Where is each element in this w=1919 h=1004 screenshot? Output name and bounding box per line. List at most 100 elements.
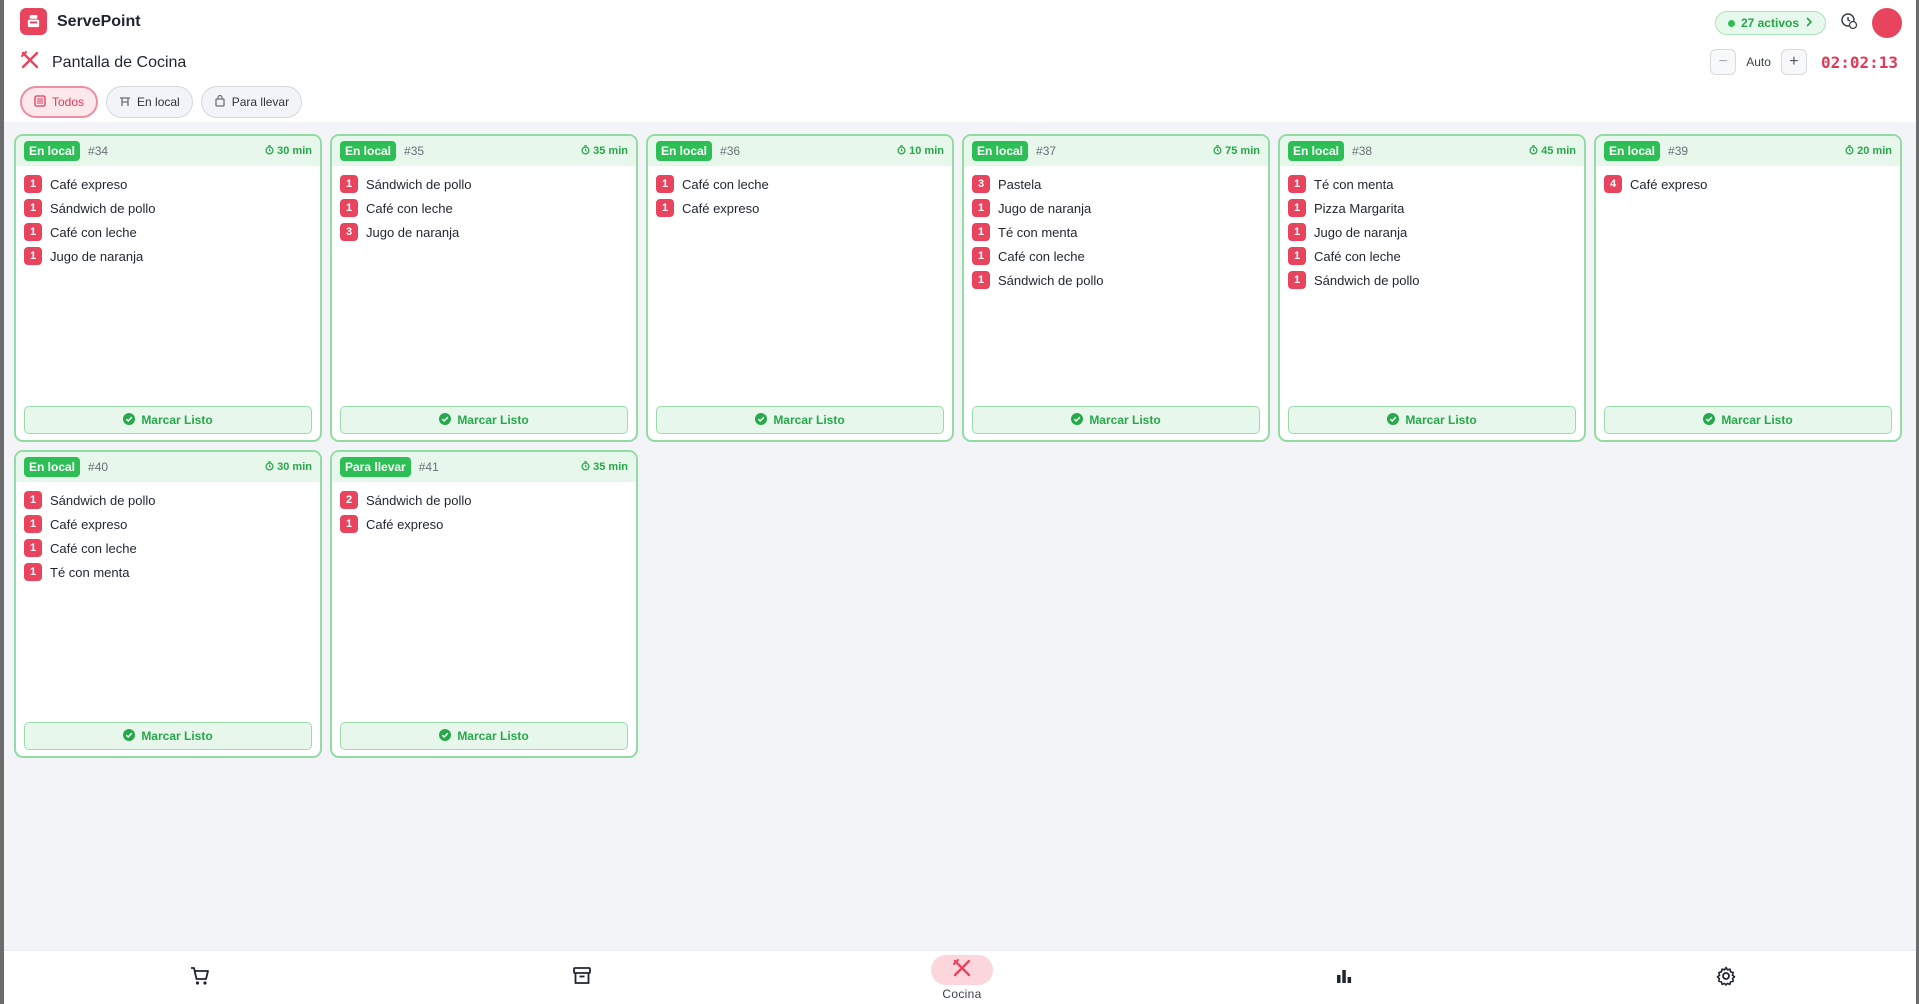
item-name: Café con leche xyxy=(50,540,137,556)
order-card-header: En local #37 75 min xyxy=(964,136,1268,166)
item-name: Pizza Margarita xyxy=(1314,200,1405,216)
order-type-badge: En local xyxy=(24,141,81,161)
auto-label: Auto xyxy=(1746,55,1771,69)
item-name: Café con leche xyxy=(682,176,769,192)
item-qty: 1 xyxy=(972,247,990,265)
item-qty: 1 xyxy=(1288,175,1306,193)
order-items: 1 Café expreso 1 Sándwich de pollo 1 Café c… xyxy=(16,166,320,268)
check-circle-icon xyxy=(123,728,136,744)
item-name: Sándwich de pollo xyxy=(50,200,156,216)
order-card: En local #40 30 min 1 Sándwich de pollo 1… xyxy=(14,450,322,758)
order-number: #35 xyxy=(404,144,425,158)
item-name: Café expreso xyxy=(50,176,128,192)
timer-icon xyxy=(581,460,590,474)
order-time-label: 45 min xyxy=(1541,145,1576,157)
order-time-label: 20 min xyxy=(1857,145,1892,157)
item-name: Sándwich de pollo xyxy=(366,176,472,192)
item-qty: 2 xyxy=(340,491,358,509)
filter-para-llevar[interactable]: Para llevar xyxy=(200,86,303,118)
order-card-header: En local #40 30 min xyxy=(16,452,320,482)
page-title-row: Pantalla de Cocina xyxy=(20,50,186,75)
check-circle-icon xyxy=(439,412,452,428)
item-qty: 1 xyxy=(1288,271,1306,289)
mark-ready-button[interactable]: Marcar Listo xyxy=(340,722,628,750)
nav-settings[interactable] xyxy=(1696,951,1756,1004)
order-item: 1 Café con leche xyxy=(24,220,312,244)
order-item: 1 Café expreso xyxy=(340,512,628,536)
mark-ready-button[interactable]: Marcar Listo xyxy=(656,406,944,434)
order-item: 1 Café expreso xyxy=(656,196,944,220)
order-card: En local #34 30 min 1 Café expreso 1 Sándw… xyxy=(14,134,322,442)
order-type-badge: En local xyxy=(656,141,713,161)
timer-icon xyxy=(265,144,274,158)
order-time-label: 30 min xyxy=(277,461,312,473)
item-name: Jugo de naranja xyxy=(1314,224,1408,240)
item-qty: 1 xyxy=(24,563,42,581)
app-name: ServePoint xyxy=(57,12,141,30)
gear-icon xyxy=(1715,965,1737,992)
check-circle-icon xyxy=(755,412,768,428)
check-circle-icon xyxy=(1387,412,1400,428)
item-name: Café expreso xyxy=(366,516,444,532)
filter-en-local[interactable]: En local xyxy=(106,86,193,118)
order-time: 20 min xyxy=(1845,144,1892,158)
item-name: Jugo de naranja xyxy=(366,224,460,240)
avatar[interactable] xyxy=(1872,8,1902,38)
order-time: 30 min xyxy=(265,144,312,158)
mark-ready-button[interactable]: Marcar Listo xyxy=(1288,406,1576,434)
nav-cart[interactable] xyxy=(170,951,230,1004)
chevron-right-icon xyxy=(1805,16,1813,30)
clock: 02:02:13 xyxy=(1820,52,1898,72)
order-item: 1 Café con leche xyxy=(972,244,1260,268)
order-card: En local #38 45 min 1 Té con menta 1 Pizza… xyxy=(1278,134,1586,442)
order-type-badge: Para llevar xyxy=(340,457,411,477)
increase-button[interactable]: + xyxy=(1780,49,1807,75)
nav-reports[interactable] xyxy=(1314,951,1374,1004)
order-card: En local #39 20 min 4 Café expreso Marcar… xyxy=(1594,134,1902,442)
order-time-label: 35 min xyxy=(593,461,628,473)
active-orders-label: 27 activos xyxy=(1740,16,1799,30)
active-orders-pill[interactable]: 27 activos xyxy=(1714,11,1826,35)
filter-label: Todos xyxy=(52,95,85,109)
order-item: 1 Jugo de naranja xyxy=(1288,220,1576,244)
header-actions: 27 activos xyxy=(1714,8,1902,38)
item-qty: 1 xyxy=(1288,247,1306,265)
item-name: Té con menta xyxy=(1314,176,1394,192)
table-icon xyxy=(119,95,131,110)
mark-ready-label: Marcar Listo xyxy=(1721,413,1793,427)
item-qty: 3 xyxy=(340,223,358,241)
order-number: #40 xyxy=(88,460,109,474)
order-item: 1 Sándwich de pollo xyxy=(340,172,628,196)
mark-ready-button[interactable]: Marcar Listo xyxy=(972,406,1260,434)
timer-icon xyxy=(897,144,906,158)
order-items: 2 Sándwich de pollo 1 Café expreso xyxy=(332,482,636,536)
order-item: 1 Té con menta xyxy=(24,560,312,584)
mark-ready-button[interactable]: Marcar Listo xyxy=(340,406,628,434)
order-type-badge: En local xyxy=(24,457,81,477)
mark-ready-button[interactable]: Marcar Listo xyxy=(24,722,312,750)
nav-cocina[interactable]: Cocina xyxy=(929,951,995,1004)
item-qty: 1 xyxy=(340,175,358,193)
nav-archive[interactable] xyxy=(552,951,612,1004)
order-item: 1 Sándwich de pollo xyxy=(24,488,312,512)
mark-ready-button[interactable]: Marcar Listo xyxy=(24,406,312,434)
check-circle-icon xyxy=(1071,412,1084,428)
history-icon[interactable] xyxy=(1840,12,1858,35)
item-qty: 1 xyxy=(1288,223,1306,241)
decrease-button[interactable]: − xyxy=(1710,49,1737,75)
order-time: 30 min xyxy=(265,460,312,474)
item-name: Sándwich de pollo xyxy=(50,492,156,508)
mark-ready-button[interactable]: Marcar Listo xyxy=(1604,406,1892,434)
filter-todos[interactable]: Todos xyxy=(20,86,99,118)
timer-icon xyxy=(1845,144,1854,158)
check-circle-icon xyxy=(439,728,452,744)
order-item: 1 Jugo de naranja xyxy=(24,244,312,268)
item-name: Café con leche xyxy=(50,224,137,240)
item-qty: 1 xyxy=(1288,199,1306,217)
nav-active-pill xyxy=(931,955,993,985)
order-card-header: En local #35 35 min xyxy=(332,136,636,166)
register-icon xyxy=(20,8,47,35)
order-items: 1 Café con leche 1 Café expreso xyxy=(648,166,952,220)
cart-icon xyxy=(189,965,211,992)
order-item: 1 Café expreso xyxy=(24,512,312,536)
